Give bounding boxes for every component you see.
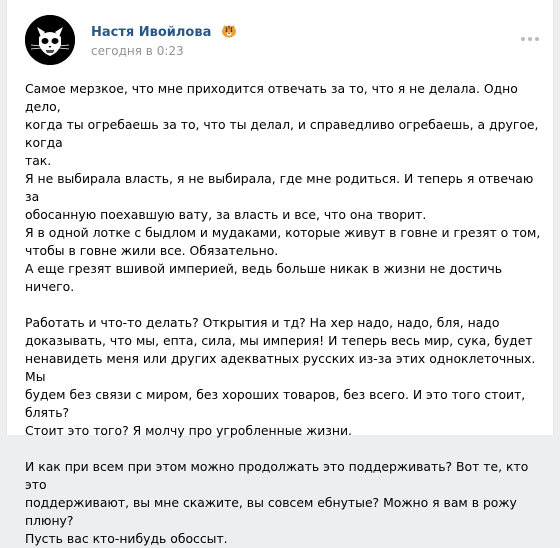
post-text: Самое мерзкое, что мне приходится отвеча… — [25, 80, 543, 548]
post-paragraph-2: Работать и что-то делать? Открытия и тд?… — [25, 315, 536, 438]
author-avatar[interactable] — [25, 15, 75, 65]
author-name[interactable]: Настя Ивойлова — [91, 24, 238, 40]
tiger-emoji-icon — [220, 24, 238, 38]
author-name-text[interactable]: Настя Ивойлова — [91, 25, 211, 40]
post-time[interactable]: сегодня в 0:23 — [91, 44, 184, 58]
post-paragraph-3: И как при всем при этом можно продолжать… — [25, 459, 529, 546]
post-paragraph-1: Самое мерзкое, что мне приходится отвеча… — [25, 81, 541, 294]
cat-skull-avatar-image — [25, 15, 75, 65]
more-dots-icon[interactable] — [521, 34, 539, 44]
post-card: Настя Ивойлова сегодня в 0:23 Самое мерз… — [6, 0, 554, 546]
